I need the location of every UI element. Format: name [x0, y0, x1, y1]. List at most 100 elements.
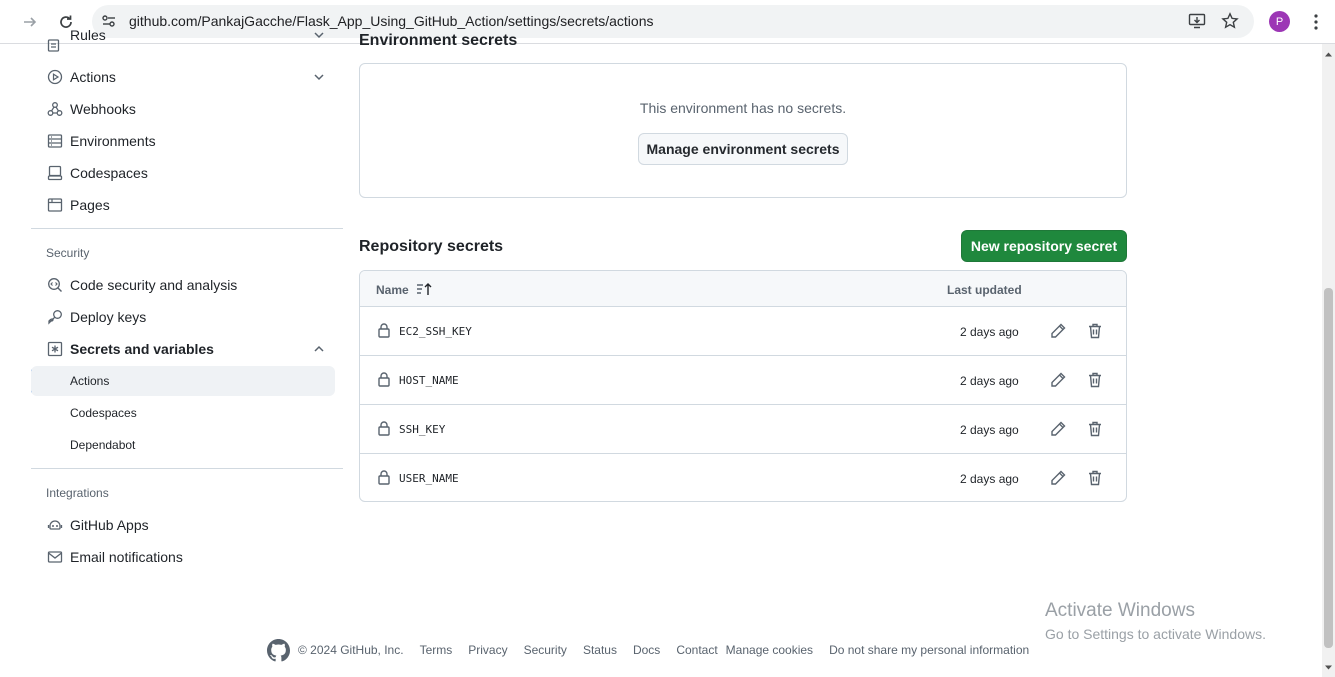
- footer-link-contact[interactable]: Contact: [676, 643, 717, 657]
- sidebar-item-label: Actions: [70, 69, 116, 85]
- page-footer: © 2024 GitHub, Inc. Terms Privacy Securi…: [267, 638, 1029, 662]
- sidebar-item-deploy-keys[interactable]: Deploy keys: [31, 302, 343, 332]
- sidebar-item-code-security[interactable]: Code security and analysis: [31, 270, 343, 300]
- server-icon: [46, 132, 64, 150]
- table-row: EC2_SSH_KEY 2 days ago: [360, 307, 1126, 356]
- sidebar-subitem-codespaces[interactable]: Codespaces: [31, 398, 335, 428]
- github-logo-icon[interactable]: [267, 638, 290, 662]
- lock-icon: [376, 469, 392, 485]
- column-header-name[interactable]: Name: [376, 283, 409, 297]
- secret-updated: 2 days ago: [960, 472, 1019, 486]
- pencil-icon[interactable]: [1049, 322, 1067, 340]
- footer-link-terms[interactable]: Terms: [420, 643, 453, 657]
- secret-updated: 2 days ago: [960, 423, 1019, 437]
- repository-secrets-heading: Repository secrets: [359, 238, 504, 255]
- sidebar-item-environments[interactable]: Environments: [31, 126, 343, 156]
- footer-link-security[interactable]: Security: [524, 643, 567, 657]
- sidebar-item-label: Email notifications: [70, 549, 183, 565]
- scroll-down-arrow-icon[interactable]: [1324, 663, 1333, 672]
- sidebar-item-label: Codespaces: [70, 165, 148, 181]
- sidebar-item-label: GitHub Apps: [70, 517, 149, 533]
- trash-icon[interactable]: [1086, 371, 1104, 389]
- activate-windows-title: Activate Windows: [1045, 600, 1195, 621]
- footer-link-do-not-share[interactable]: Do not share my personal information: [829, 643, 1029, 657]
- chevron-down-icon: [312, 70, 326, 84]
- sidebar-heading-security: Security: [46, 246, 90, 260]
- asterisk-icon: [46, 340, 64, 358]
- mail-icon: [46, 548, 64, 566]
- install-app-icon[interactable]: [1188, 12, 1206, 30]
- sidebar-item-label: Webhooks: [70, 101, 136, 117]
- scroll-up-arrow-icon[interactable]: [1324, 50, 1333, 59]
- sidebar-item-label: Deploy keys: [70, 309, 147, 325]
- pencil-icon[interactable]: [1049, 371, 1067, 389]
- sidebar-item-email-notifications[interactable]: Email notifications: [31, 542, 343, 572]
- column-header-last-updated: Last updated: [947, 283, 1022, 297]
- bookmark-star-icon[interactable]: [1221, 12, 1239, 30]
- sidebar-subitem-actions[interactable]: Actions: [31, 366, 335, 396]
- footer-link-manage-cookies[interactable]: Manage cookies: [726, 643, 813, 657]
- sidebar-item-rules[interactable]: Rules: [31, 30, 343, 54]
- lock-icon: [376, 371, 392, 387]
- manage-environment-secrets-button[interactable]: Manage environment secrets: [638, 133, 848, 165]
- pencil-icon[interactable]: [1049, 420, 1067, 438]
- scrollbar-thumb[interactable]: [1324, 288, 1333, 648]
- trash-icon[interactable]: [1086, 322, 1104, 340]
- footer-link-docs[interactable]: Docs: [633, 643, 660, 657]
- secrets-table: Name Last updated EC2_SSH_KEY 2 days ago…: [359, 270, 1127, 502]
- key-icon: [46, 308, 64, 326]
- sidebar-divider: [31, 228, 343, 229]
- lock-icon: [376, 420, 392, 436]
- trash-icon[interactable]: [1086, 420, 1104, 438]
- codescan-icon: [46, 276, 64, 294]
- sidebar-subitem-label: Dependabot: [70, 438, 136, 452]
- environment-secrets-heading: Environment secrets: [359, 32, 518, 49]
- secret-name: EC2_SSH_KEY: [399, 325, 472, 338]
- secret-name: SSH_KEY: [399, 423, 446, 436]
- sidebar-item-actions[interactable]: Actions: [31, 62, 343, 92]
- footer-link-privacy[interactable]: Privacy: [468, 643, 507, 657]
- url-text[interactable]: github.com/PankajGacche/Flask_App_Using_…: [129, 13, 654, 29]
- sidebar-item-pages[interactable]: Pages: [31, 190, 343, 220]
- browser-icon: [46, 196, 64, 214]
- sidebar-item-label: Secrets and variables: [70, 341, 214, 357]
- chevron-up-icon: [312, 342, 326, 356]
- sidebar-item-label: Code security and analysis: [70, 277, 238, 293]
- profile-avatar[interactable]: P: [1269, 11, 1290, 32]
- sidebar-item-codespaces[interactable]: Codespaces: [31, 158, 343, 188]
- footer-link-status[interactable]: Status: [583, 643, 617, 657]
- sidebar-item-webhooks[interactable]: Webhooks: [31, 94, 343, 124]
- sidebar-subitem-label: Actions: [70, 374, 110, 388]
- activate-windows-subtitle: Go to Settings to activate Windows.: [1045, 626, 1266, 642]
- secret-updated: 2 days ago: [960, 325, 1019, 339]
- sort-ascending-icon[interactable]: [416, 281, 432, 297]
- chevron-down-icon: [312, 30, 326, 42]
- environment-secrets-box: This environment has no secrets. Manage …: [359, 63, 1127, 198]
- sidebar-item-github-apps[interactable]: GitHub Apps: [31, 510, 343, 540]
- sidebar-subitem-label: Codespaces: [70, 406, 137, 420]
- play-icon: [46, 68, 64, 86]
- trash-icon[interactable]: [1086, 469, 1104, 487]
- lock-icon: [376, 322, 392, 338]
- browser-menu-icon[interactable]: [1307, 11, 1325, 33]
- sidebar-heading-integrations: Integrations: [46, 486, 109, 500]
- sidebar-item-label: Rules: [70, 30, 106, 43]
- secret-name: HOST_NAME: [399, 374, 459, 387]
- table-row: USER_NAME 2 days ago: [360, 454, 1126, 501]
- secret-updated: 2 days ago: [960, 374, 1019, 388]
- table-header: Name Last updated: [360, 271, 1126, 307]
- rules-icon: [46, 36, 64, 54]
- footer-copyright: © 2024 GitHub, Inc.: [298, 643, 404, 657]
- pencil-icon[interactable]: [1049, 469, 1067, 487]
- secret-name: USER_NAME: [399, 472, 459, 485]
- sidebar-item-label: Pages: [70, 197, 110, 213]
- new-repository-secret-button[interactable]: New repository secret: [961, 230, 1127, 262]
- sidebar-item-secrets-and-variables[interactable]: Secrets and variables: [31, 334, 343, 364]
- page-scrollbar[interactable]: [1322, 44, 1335, 677]
- table-row: HOST_NAME 2 days ago: [360, 356, 1126, 405]
- arrow-right-icon: [24, 17, 37, 27]
- sidebar-item-label: Environments: [70, 133, 156, 149]
- empty-state-message: This environment has no secrets.: [639, 100, 847, 116]
- sidebar-subitem-dependabot[interactable]: Dependabot: [31, 430, 335, 460]
- site-info-icon[interactable]: [101, 13, 117, 29]
